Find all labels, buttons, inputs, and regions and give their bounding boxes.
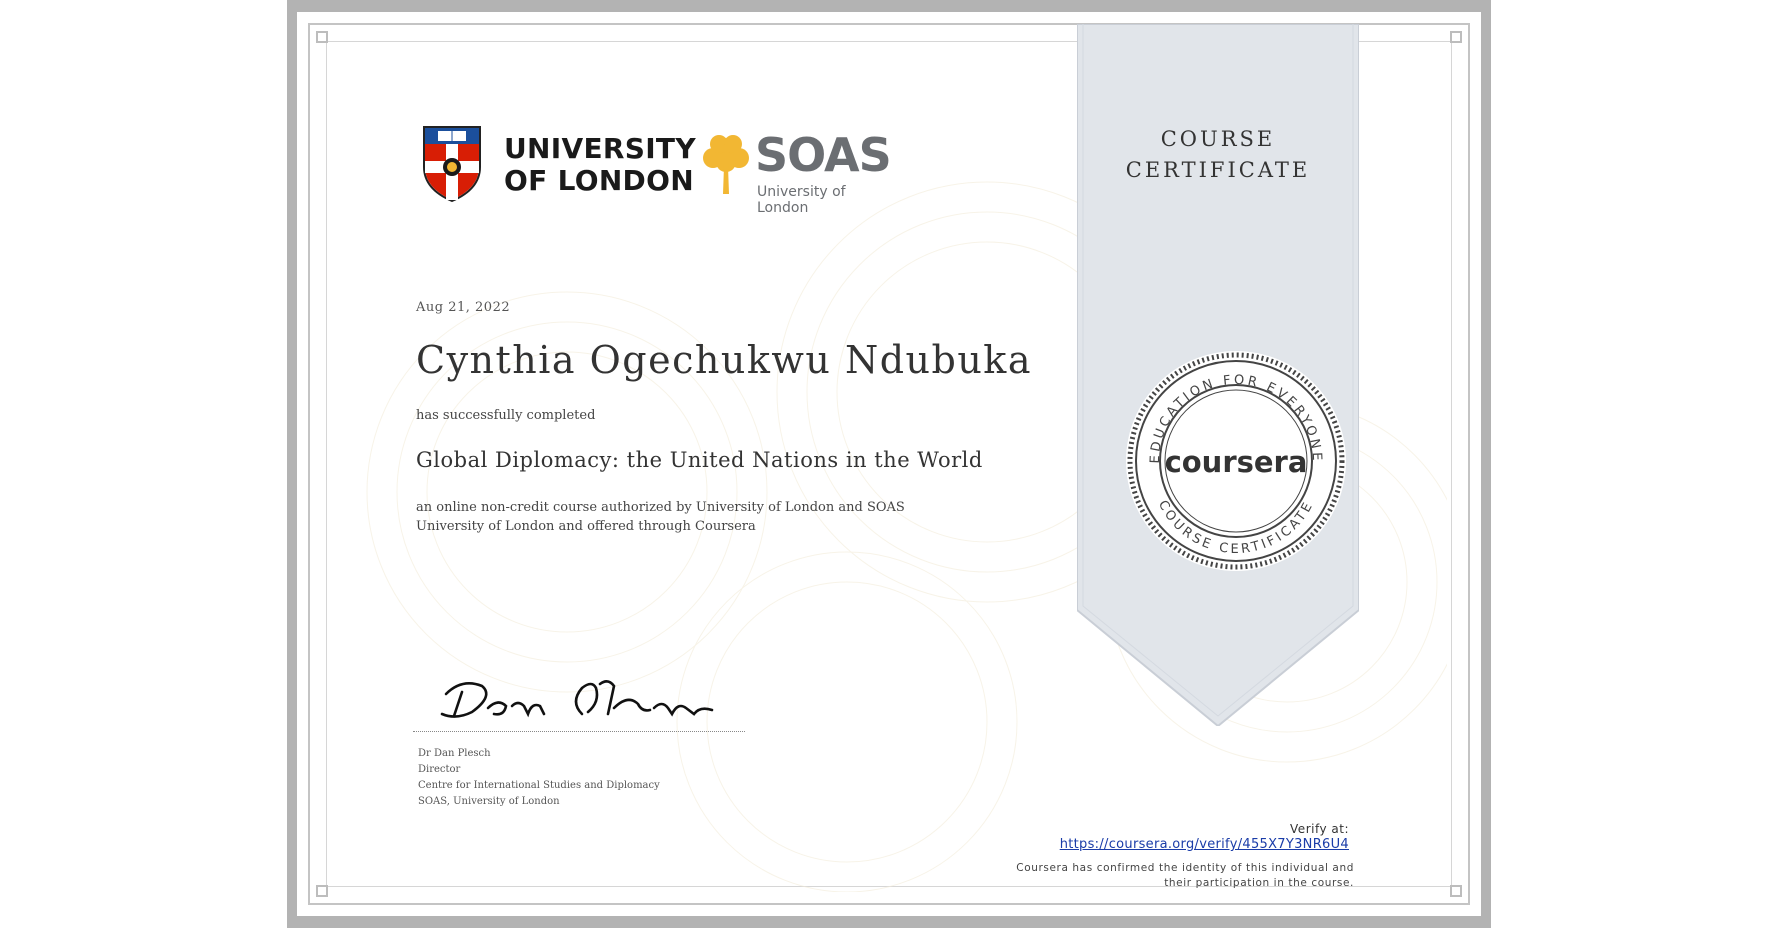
course-description: an online non-credit course authorized b… bbox=[416, 500, 905, 534]
corner-ornament bbox=[316, 31, 328, 43]
soas-subtitle: University of London bbox=[757, 184, 846, 216]
certificate-outer-frame: UNIVERSITY OF LONDON SOAS University of … bbox=[287, 0, 1491, 928]
identity-confirmation: Coursera has confirmed the identity of t… bbox=[994, 861, 1354, 891]
soas-tree-icon bbox=[703, 135, 749, 194]
signatory-block: Dr Dan Plesch Director Centre for Intern… bbox=[418, 746, 660, 810]
soas-logo: SOAS University of London bbox=[697, 124, 897, 216]
signatory-role: Director bbox=[418, 764, 461, 775]
uol-crest-icon bbox=[423, 126, 481, 203]
course-title: Global Diplomacy: the United Nations in … bbox=[416, 448, 983, 472]
certificate-paper: UNIVERSITY OF LONDON SOAS University of … bbox=[297, 12, 1481, 916]
confirmation-line-1: Coursera has confirmed the identity of t… bbox=[1016, 862, 1354, 874]
coursera-seal: EDUCATION FOR EVERYONE COURSE CERTIFICAT… bbox=[1126, 351, 1346, 571]
ribbon-line-2: CERTIFICATE bbox=[1125, 158, 1311, 182]
ribbon-line-1: COURSE bbox=[1160, 127, 1276, 151]
issue-date: Aug 21, 2022 bbox=[416, 300, 511, 315]
soas-wordmark: SOAS bbox=[755, 128, 892, 182]
corner-ornament bbox=[1450, 31, 1462, 43]
course-certificate-heading: COURSE CERTIFICATE bbox=[1077, 124, 1359, 186]
recipient-name: Cynthia Ogechukwu Ndubuka bbox=[416, 338, 1032, 382]
signatory-name: Dr Dan Plesch bbox=[418, 748, 491, 759]
completion-statement: has successfully completed bbox=[416, 408, 596, 423]
verify-url-link[interactable]: https://coursera.org/verify/455X7Y3NR6U4 bbox=[1060, 837, 1349, 852]
uol-line-2: OF LONDON bbox=[504, 164, 694, 197]
uol-line-1: UNIVERSITY bbox=[504, 132, 696, 165]
verify-label: Verify at: bbox=[1290, 822, 1349, 836]
signature-image bbox=[440, 680, 714, 718]
confirmation-line-2: their participation in the course. bbox=[1164, 877, 1354, 889]
signatory-department: Centre for International Studies and Dip… bbox=[418, 780, 660, 791]
signatory-institution: SOAS, University of London bbox=[418, 796, 560, 807]
uol-wordmark: UNIVERSITY OF LONDON bbox=[504, 133, 696, 197]
signature-line bbox=[413, 731, 745, 732]
coursera-wordmark: coursera bbox=[1165, 445, 1308, 479]
corner-ornament bbox=[1450, 885, 1462, 897]
